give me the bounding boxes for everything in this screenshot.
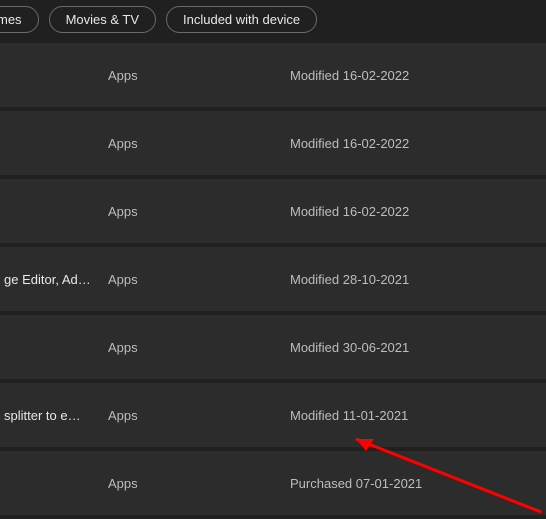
item-status: Modified 16-02-2022 bbox=[290, 68, 546, 83]
list-item[interactable]: ge Editor, Ad… Apps Modified 28-10-2021 bbox=[0, 247, 546, 315]
list-item[interactable]: Apps Purchased 07-01-2021 bbox=[0, 451, 546, 519]
list-item[interactable]: Apps Modified 16-02-2022 bbox=[0, 43, 546, 111]
item-title: ge Editor, Ad… bbox=[0, 272, 108, 287]
item-category: Apps bbox=[108, 136, 290, 151]
item-status: Modified 30-06-2021 bbox=[290, 340, 546, 355]
item-status: Modified 16-02-2022 bbox=[290, 136, 546, 151]
item-category: Apps bbox=[108, 476, 290, 491]
list-item[interactable]: splitter to e… Apps Modified 11-01-2021 bbox=[0, 383, 546, 451]
item-category: Apps bbox=[108, 68, 290, 83]
item-category: Apps bbox=[108, 204, 290, 219]
filter-pill-included-with-device[interactable]: Included with device bbox=[166, 6, 317, 33]
list-item[interactable]: Apps Modified 30-06-2021 bbox=[0, 315, 546, 383]
filter-pill-games[interactable]: mes bbox=[0, 6, 39, 33]
item-category: Apps bbox=[108, 340, 290, 355]
item-status: Modified 16-02-2022 bbox=[290, 204, 546, 219]
item-title: splitter to e… bbox=[0, 408, 108, 423]
filter-pill-movies-tv[interactable]: Movies & TV bbox=[49, 6, 156, 33]
library-list: Apps Modified 16-02-2022 Apps Modified 1… bbox=[0, 43, 546, 519]
list-item[interactable]: Apps Modified 16-02-2022 bbox=[0, 179, 546, 247]
item-status: Modified 11-01-2021 bbox=[290, 408, 546, 423]
item-category: Apps bbox=[108, 408, 290, 423]
item-status: Purchased 07-01-2021 bbox=[290, 476, 546, 491]
filter-bar: mes Movies & TV Included with device bbox=[0, 0, 546, 43]
list-item[interactable]: Apps Modified 16-02-2022 bbox=[0, 111, 546, 179]
item-category: Apps bbox=[108, 272, 290, 287]
item-status: Modified 28-10-2021 bbox=[290, 272, 546, 287]
